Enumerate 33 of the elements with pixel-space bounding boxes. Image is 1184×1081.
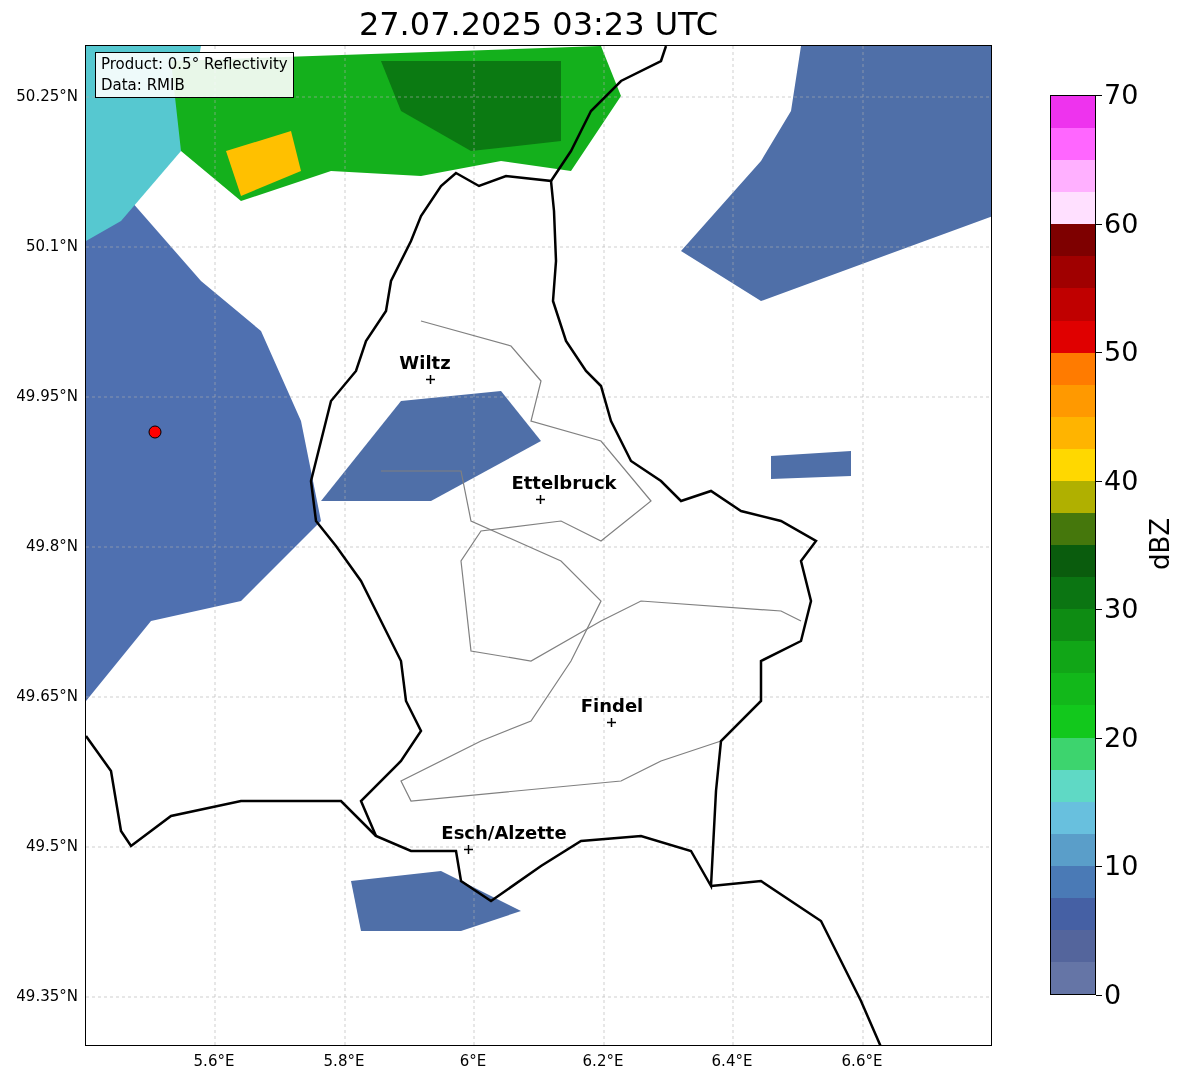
- y-tick-label: 49.8°N: [24, 536, 78, 556]
- colorbar-tick-label: 40: [1104, 464, 1139, 497]
- city-marker-icon: [425, 374, 435, 384]
- city-label: Findel: [580, 695, 644, 717]
- colorbar-label: dBZ: [1144, 516, 1176, 573]
- colorbar-tick-label: 20: [1104, 721, 1139, 754]
- y-tick-label: 50.25°N: [15, 86, 78, 106]
- colorbar-tick-label: 30: [1104, 593, 1139, 626]
- x-tick-label: 6°E: [459, 1051, 487, 1071]
- x-tick-label: 6.4°E: [711, 1051, 753, 1071]
- x-tick-label: 6.6°E: [841, 1051, 883, 1071]
- x-tick-label: 5.6°E: [193, 1051, 235, 1071]
- city-label: Esch/Alzette: [441, 822, 567, 844]
- y-tick-label: 49.65°N: [15, 686, 78, 706]
- city-label: Wiltz: [399, 352, 451, 374]
- city-marker-icon: [535, 494, 545, 504]
- y-tick-label: 49.95°N: [15, 386, 78, 406]
- chart-title: 27.07.2025 03:23 UTC: [357, 4, 720, 44]
- colorbar-tick-label: 10: [1104, 850, 1139, 883]
- info-text: Data: RMIB: [101, 75, 186, 96]
- colorbar-tick-label: 50: [1104, 336, 1139, 369]
- colorbar-tick-label: 70: [1104, 79, 1139, 111]
- city-label: Ettelbruck: [511, 472, 617, 494]
- x-tick-label: 6.2°E: [582, 1051, 624, 1071]
- city-marker-icon: [606, 717, 616, 727]
- y-tick-label: 50.1°N: [24, 236, 78, 256]
- y-tick-label: 49.5°N: [24, 836, 78, 856]
- y-tick-label: 49.35°N: [15, 986, 78, 1006]
- city-marker-icon: [463, 844, 473, 854]
- colorbar-tick-label: 60: [1104, 207, 1139, 240]
- info-text: Product: 0.5° Reflectivity: [101, 54, 288, 75]
- x-tick-label: 5.8°E: [323, 1051, 365, 1071]
- colorbar-tick-label: 0: [1104, 979, 1122, 1011]
